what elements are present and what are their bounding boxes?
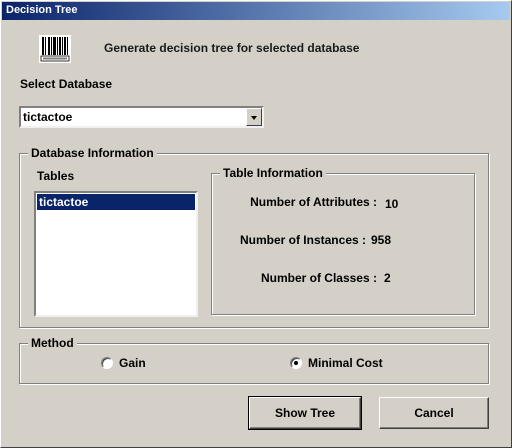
attributes-row: Number of Attributes :	[211, 195, 377, 211]
chevron-down-icon	[251, 116, 257, 120]
classes-row: Number of Classes :	[211, 271, 377, 287]
database-dropdown-value: tictactoe	[23, 110, 73, 124]
table-information-title: Table Information	[220, 166, 326, 180]
minimal-cost-radio-label[interactable]: Minimal Cost	[308, 356, 383, 370]
instances-label: Number of Instances :	[239, 233, 366, 247]
classes-label: Number of Classes :	[260, 271, 377, 285]
method-title: Method	[28, 336, 77, 350]
method-group: Method	[19, 336, 489, 384]
gain-radio[interactable]	[101, 357, 113, 369]
cancel-button[interactable]: Cancel	[379, 397, 489, 429]
instances-row: Number of Instances :	[211, 233, 366, 249]
dropdown-button[interactable]	[246, 108, 262, 126]
database-dropdown[interactable]: tictactoe	[19, 106, 264, 128]
attributes-value: 10	[385, 197, 399, 211]
decision-tree-dialog: Decision Tree Generate decision tree for…	[0, 0, 512, 448]
window-title: Decision Tree	[6, 4, 78, 16]
classes-value: 2	[384, 271, 391, 285]
database-information-title: Database Information	[28, 146, 157, 160]
instances-value: 958	[371, 233, 392, 247]
show-tree-button[interactable]: Show Tree	[248, 396, 362, 430]
header-description: Generate decision tree for selected data…	[104, 41, 360, 55]
select-database-label: Select Database	[20, 77, 113, 91]
minimal-cost-radio[interactable]	[290, 357, 302, 369]
barcode-icon	[39, 35, 71, 63]
attributes-label: Number of Attributes :	[250, 195, 377, 209]
title-bar[interactable]: Decision Tree	[2, 2, 510, 20]
list-item[interactable]: tictactoe	[37, 194, 195, 210]
tables-label: Tables	[37, 169, 75, 183]
gain-radio-label[interactable]: Gain	[119, 356, 146, 370]
radio-selected-dot	[294, 361, 298, 365]
tables-listbox[interactable]: tictactoe	[34, 191, 198, 317]
